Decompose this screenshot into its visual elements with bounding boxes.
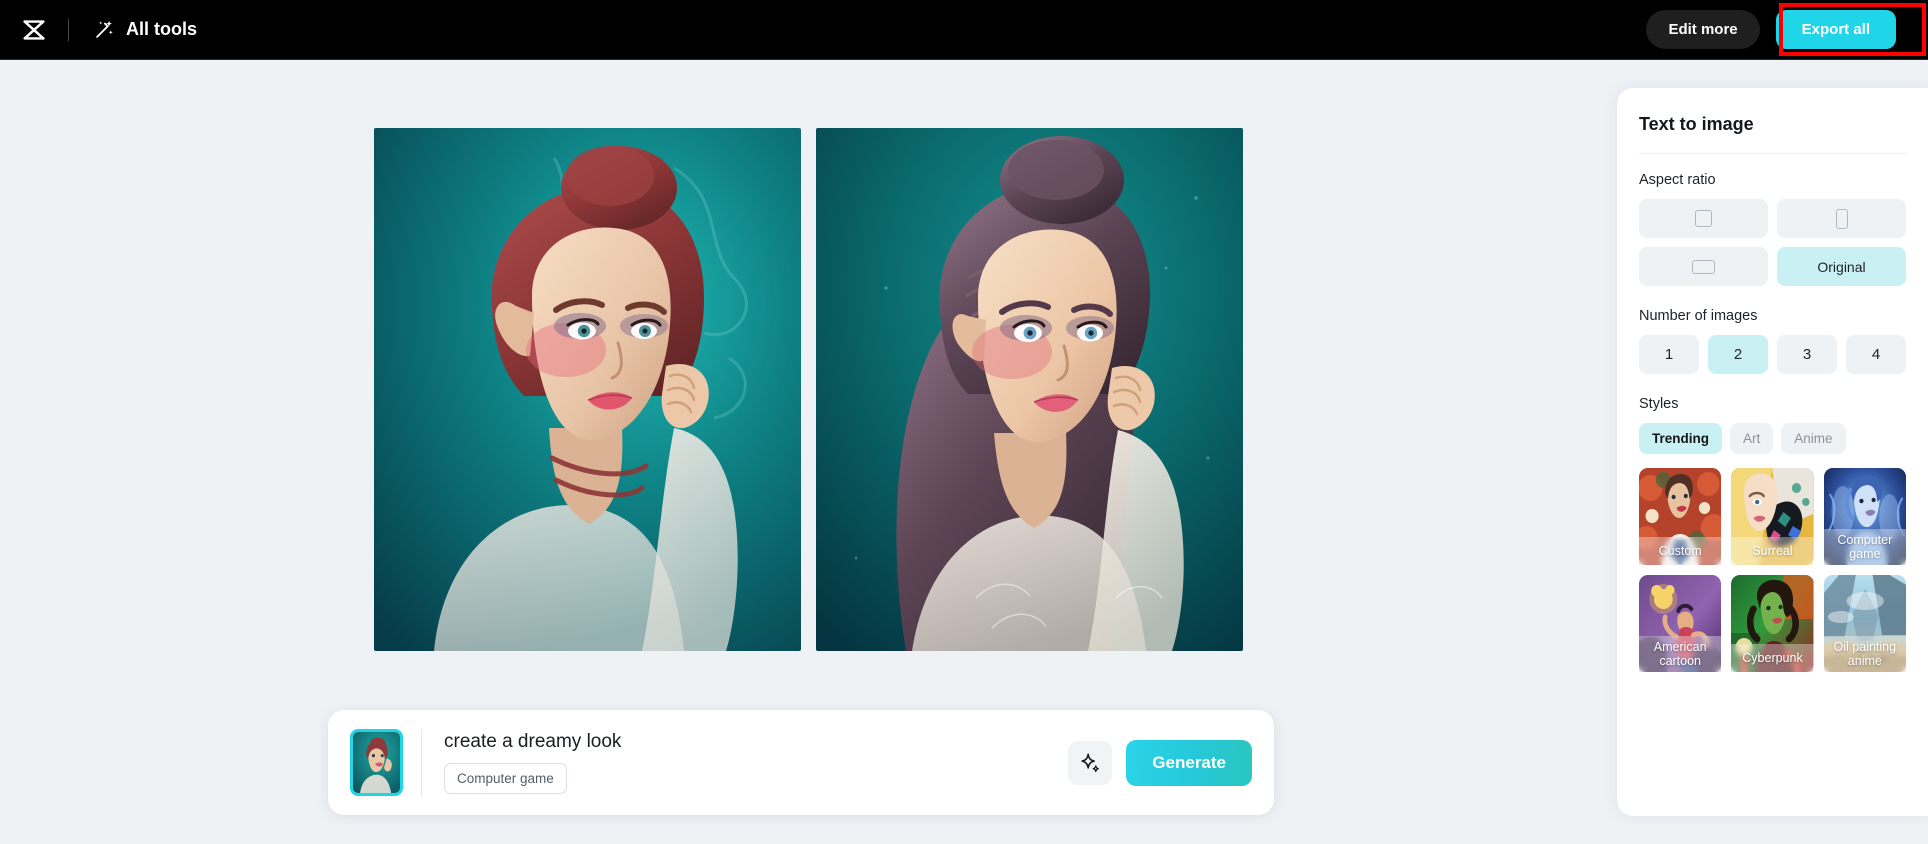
prompt-divider <box>421 728 422 797</box>
style-card-computer-game[interactable]: Computer game <box>1823 468 1906 565</box>
header-actions: Edit more Export all <box>1646 10 1928 49</box>
style-card-american-cartoon-label: American cartoon <box>1639 636 1722 672</box>
selected-style-tag[interactable]: Computer game <box>444 763 567 795</box>
prompt-content: create a dreamy look Computer game <box>444 731 1068 795</box>
number-option-1[interactable]: 1 <box>1639 335 1699 374</box>
style-card-custom-label: Custom <box>1639 537 1722 565</box>
all-tools-button[interactable]: All tools <box>93 19 197 41</box>
export-all-button[interactable]: Export all <box>1775 10 1896 49</box>
thumbnail-art <box>353 732 400 793</box>
generated-image-1[interactable] <box>374 128 801 651</box>
styles-tabs: Trending Art Anime <box>1639 423 1906 454</box>
generated-image-2-art <box>816 128 1243 651</box>
prompt-bar: create a dreamy look Computer game Gener… <box>328 710 1274 815</box>
number-of-images-label: Number of images <box>1639 308 1758 324</box>
number-option-3[interactable]: 3 <box>1777 335 1837 374</box>
aspect-ratio-square[interactable] <box>1639 199 1768 238</box>
capcut-logo[interactable] <box>0 15 68 45</box>
edit-more-button[interactable]: Edit more <box>1646 10 1760 49</box>
styles-tab-anime[interactable]: Anime <box>1781 423 1846 454</box>
styles-tab-trending[interactable]: Trending <box>1639 423 1722 454</box>
styles-tab-art[interactable]: Art <box>1730 423 1774 454</box>
all-tools-label: All tools <box>126 19 197 39</box>
style-card-american-cartoon[interactable]: American cartoon <box>1639 575 1722 672</box>
header-divider <box>68 18 69 41</box>
styles-label: Styles <box>1639 396 1679 412</box>
style-card-oil-painting-anime[interactable]: Oil painting anime <box>1823 575 1906 672</box>
aspect-ratio-label: Aspect ratio <box>1639 172 1716 188</box>
capcut-logo-icon <box>23 19 45 40</box>
enhance-prompt-button[interactable] <box>1068 740 1113 785</box>
style-card-surreal[interactable]: Surreal <box>1731 468 1814 565</box>
style-card-oil-painting-anime-label: Oil painting anime <box>1823 636 1906 672</box>
landscape-ratio-icon <box>1692 259 1715 274</box>
square-ratio-icon <box>1695 210 1712 227</box>
text-to-image-panel: Text to image Aspect ratio Original Numb… <box>1617 88 1928 816</box>
styles-grid: Custom Surreal Computer game American ca… <box>1639 468 1906 672</box>
aspect-ratio-portrait[interactable] <box>1777 199 1906 238</box>
portrait-ratio-icon <box>1835 208 1848 229</box>
generate-button[interactable]: Generate <box>1126 739 1252 786</box>
number-option-2[interactable]: 2 <box>1708 335 1768 374</box>
prompt-actions: Generate <box>1068 739 1252 786</box>
style-card-cyberpunk[interactable]: Cyberpunk <box>1731 575 1814 672</box>
generated-images-row <box>0 128 1617 651</box>
source-image-thumbnail[interactable] <box>350 729 403 796</box>
aspect-ratio-original[interactable]: Original <box>1777 247 1906 286</box>
style-card-computer-game-label: Computer game <box>1823 529 1906 565</box>
style-card-surreal-label: Surreal <box>1731 537 1814 565</box>
aspect-ratio-options: Original <box>1639 199 1906 286</box>
top-header: All tools Edit more Export all <box>0 0 1928 60</box>
sparkle-icon <box>1081 753 1100 772</box>
prompt-input[interactable]: create a dreamy look <box>444 731 1068 754</box>
panel-title: Text to image <box>1639 114 1754 134</box>
aspect-ratio-landscape[interactable] <box>1639 247 1768 286</box>
magic-wand-icon <box>96 20 113 38</box>
number-option-4[interactable]: 4 <box>1846 335 1906 374</box>
style-card-custom[interactable]: Custom <box>1639 468 1722 565</box>
number-of-images-options: 1 2 3 4 <box>1639 335 1906 374</box>
canvas-area: create a dreamy look Computer game Gener… <box>0 60 1617 844</box>
generated-image-2[interactable] <box>816 128 1243 651</box>
style-card-cyberpunk-label: Cyberpunk <box>1731 644 1814 672</box>
generated-image-1-art <box>374 128 801 651</box>
panel-body: Aspect ratio Original Number of images 1… <box>1617 154 1928 672</box>
